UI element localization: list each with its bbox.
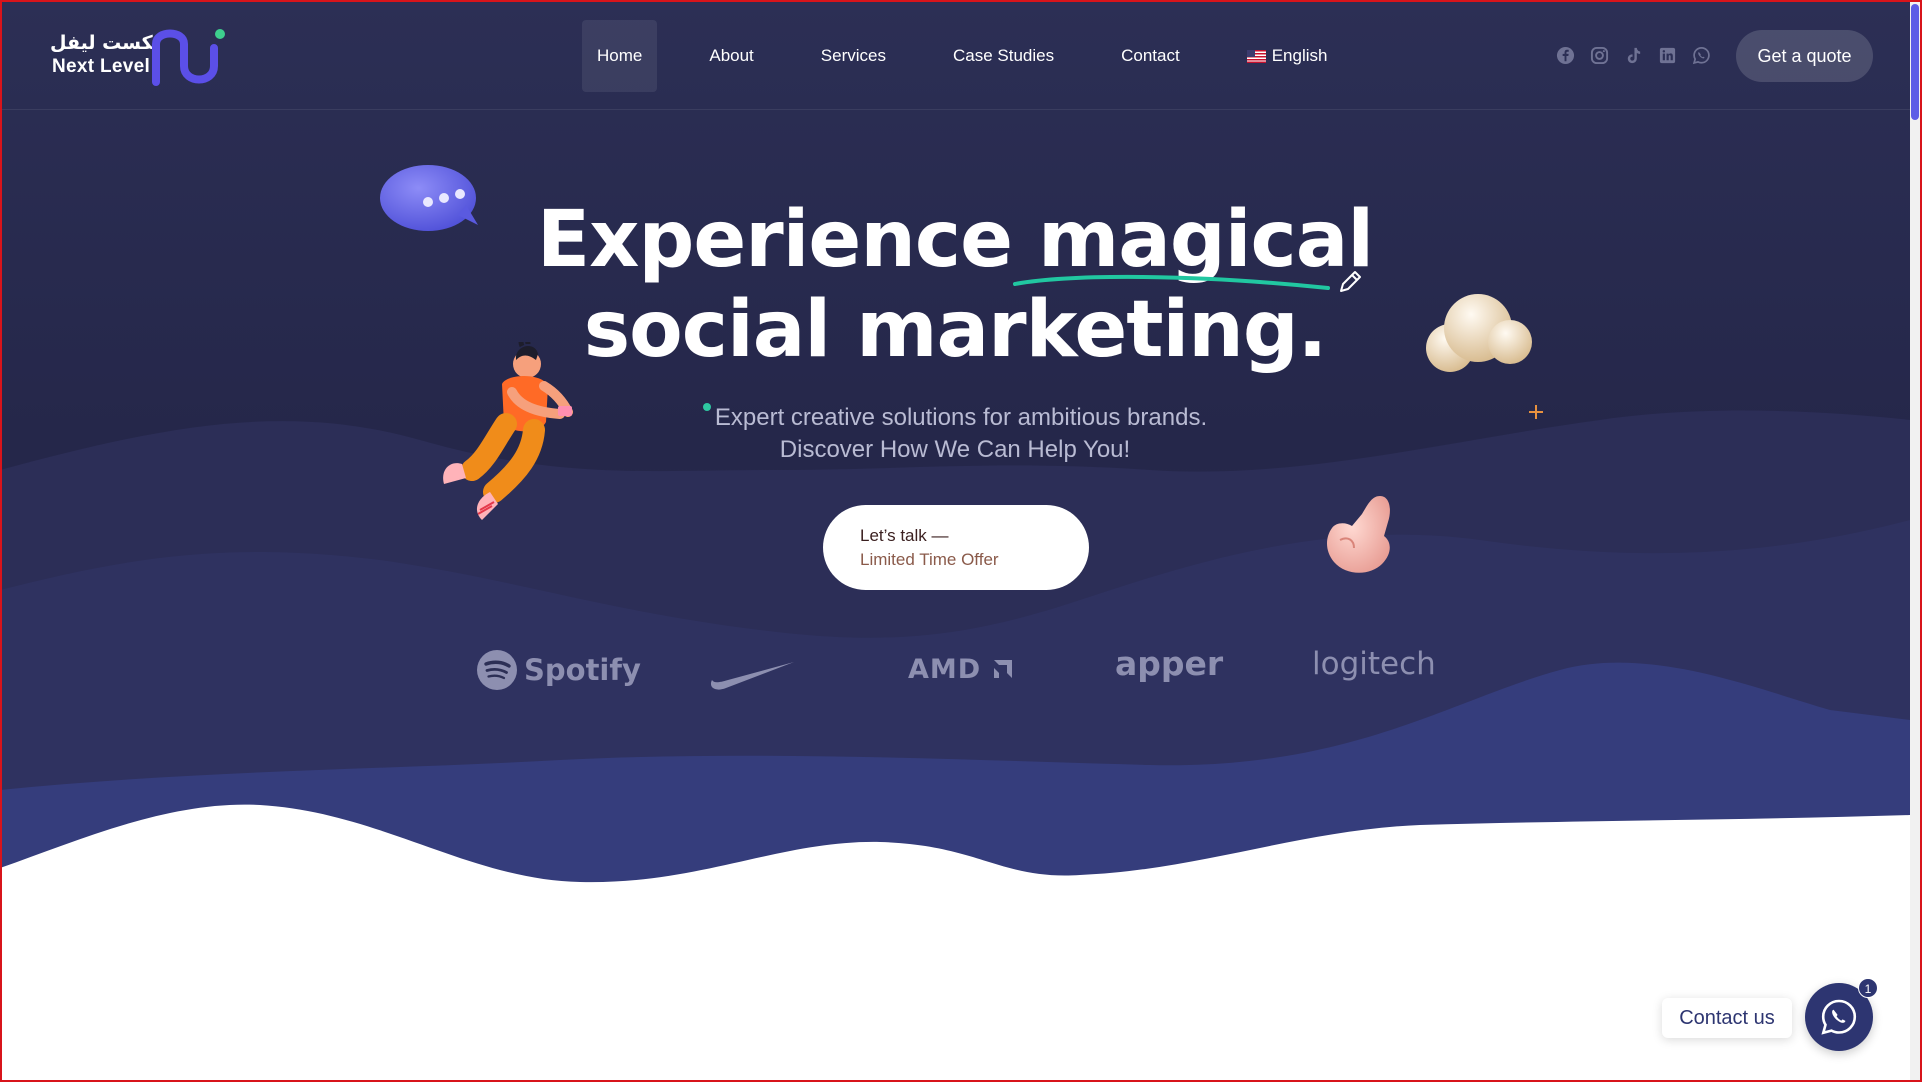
logo-text: Next Level <box>52 56 151 77</box>
amd-logo: AMD <box>908 640 1014 700</box>
nav-contact[interactable]: Contact <box>1106 20 1195 92</box>
language-selector[interactable]: English <box>1232 20 1343 92</box>
linkedin-icon[interactable] <box>1658 46 1677 65</box>
spotify-icon <box>477 650 517 690</box>
lets-talk-button[interactable]: Let’s talk — Limited Time Offer <box>823 505 1089 590</box>
whatsapp-icon <box>1821 999 1857 1035</box>
amd-wordmark: AMD <box>908 654 982 685</box>
pencil-icon <box>1340 271 1361 292</box>
page-scrollbar[interactable] <box>1910 0 1920 1082</box>
scrollbar-thumb[interactable] <box>1911 4 1919 120</box>
brand-logos: Spotify AMD apper logitech <box>470 640 1436 700</box>
sparkle-plus-icon <box>1529 405 1543 419</box>
nike-swoosh-logo <box>710 662 794 690</box>
spotify-logo: Spotify <box>476 640 641 700</box>
main-nav: Home About Services Case Studies Contact… <box>582 20 1379 92</box>
logitech-logo: logitech <box>1312 646 1436 682</box>
nav-home[interactable]: Home <box>582 20 658 92</box>
contact-us-label[interactable]: Contact us <box>1662 998 1792 1038</box>
get-a-quote-button[interactable]: Get a quote <box>1736 30 1873 82</box>
headline-part-1: Experience <box>536 195 1013 285</box>
facebook-icon[interactable] <box>1556 46 1575 65</box>
subtitle-line-1: Expert creative solutions for ambitious … <box>655 402 1255 434</box>
logo-arabic-text: نكست ليفل <box>50 32 160 54</box>
subtitle-text-1: Expert creative solutions for ambitious … <box>714 404 1208 431</box>
nav-case-studies[interactable]: Case Studies <box>938 20 1069 92</box>
nav-services[interactable]: Services <box>806 20 901 92</box>
amd-arrow-icon <box>993 660 1012 678</box>
apper-logo: apper <box>1115 644 1224 683</box>
bullet-dot-icon <box>702 403 711 411</box>
hero-subtitle: Expert creative solutions for ambitious … <box>655 402 1255 466</box>
cta-title: Let’s talk — <box>860 526 949 545</box>
whatsapp-icon[interactable] <box>1692 46 1711 65</box>
logo-mark-icon <box>152 29 225 86</box>
tiktok-icon[interactable] <box>1624 46 1643 65</box>
thumbs-up-hand-icon <box>1327 496 1390 573</box>
spotify-wordmark: Spotify <box>524 653 641 687</box>
subtitle-line-2: Discover How We Can Help You! <box>779 436 1131 463</box>
notification-badge: 1 <box>1858 978 1878 998</box>
language-label: English <box>1271 46 1328 65</box>
nav-about[interactable]: About <box>694 20 768 92</box>
site-header: نكست ليفل Next Level Home About Services… <box>0 0 1910 110</box>
headline-line-2: social marketing. <box>583 285 1328 375</box>
social-links <box>1556 46 1711 65</box>
instagram-icon[interactable] <box>1590 46 1609 65</box>
highlight-underline <box>1013 274 1330 290</box>
site-logo[interactable]: نكست ليفل Next Level <box>50 26 230 86</box>
cta-subtitle: Limited Time Offer <box>860 550 999 569</box>
us-flag-icon <box>1246 49 1266 63</box>
